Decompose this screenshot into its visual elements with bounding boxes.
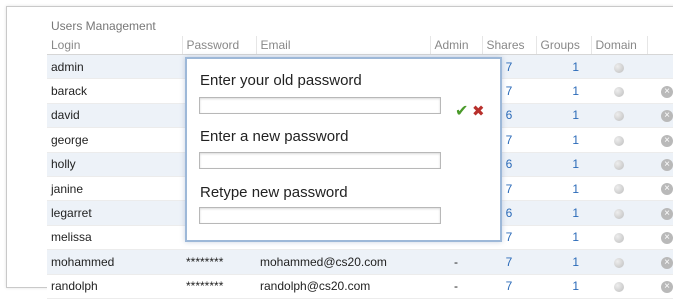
domain-cell — [591, 127, 647, 153]
delete-circle-icon[interactable]: × — [661, 110, 673, 123]
actions-cell: × — [647, 152, 673, 177]
old-password-label: Enter your old password — [200, 72, 362, 89]
delete-circle-icon[interactable]: × — [661, 159, 673, 172]
actions-cell: × — [647, 225, 673, 251]
new-password-label: Enter a new password — [200, 128, 349, 145]
panel-title: Users Management — [51, 19, 156, 33]
actions-cell: × — [647, 274, 673, 299]
domain-cell — [591, 176, 647, 202]
domain-cell — [591, 249, 647, 275]
table-row[interactable]: mohammed ******** mohammed@cs20.com -7 1 × — [47, 249, 673, 275]
actions-cell: × — [647, 78, 673, 104]
domain-cell — [591, 103, 647, 129]
login-cell: george — [47, 127, 182, 153]
email-cell: randolph@cs20.com — [256, 274, 430, 299]
groups-cell: 1 — [536, 103, 591, 129]
domain-cell — [591, 54, 647, 80]
delete-circle-icon[interactable]: × — [661, 232, 673, 245]
groups-cell: 1 — [536, 200, 591, 226]
old-password-field[interactable] — [199, 97, 441, 114]
delete-circle-icon[interactable]: × — [661, 85, 673, 98]
login-cell: admin — [47, 54, 182, 80]
column-header-admin[interactable]: Admin — [430, 36, 483, 55]
delete-circle-icon[interactable]: × — [661, 281, 673, 294]
domain-cell — [591, 225, 647, 251]
column-header-password[interactable]: Password — [182, 36, 257, 55]
login-cell: randolph — [47, 274, 182, 299]
retype-password-field[interactable] — [199, 207, 441, 224]
login-cell: david — [47, 103, 182, 129]
change-password-dialog: Enter your old password ✔ ✖ Enter a new … — [185, 57, 502, 242]
actions-cell — [647, 54, 673, 80]
groups-cell: 1 — [536, 152, 591, 177]
gray-dot-icon — [614, 208, 624, 219]
login-cell: barack — [47, 78, 182, 104]
gray-dot-icon — [614, 62, 624, 73]
gray-dot-icon — [614, 135, 624, 146]
groups-cell: 1 — [536, 249, 591, 275]
gray-dot-icon — [614, 257, 624, 268]
new-password-field[interactable] — [199, 152, 441, 169]
login-cell: janine — [47, 176, 182, 202]
gray-dot-icon — [614, 233, 624, 244]
groups-cell: 1 — [536, 54, 591, 80]
groups-cell: 1 — [536, 78, 591, 104]
actions-cell: × — [647, 103, 673, 129]
login-cell: legarret — [47, 200, 182, 226]
column-header-domain[interactable]: Domain — [591, 36, 648, 55]
login-cell: holly — [47, 152, 182, 177]
login-cell: melissa — [47, 225, 182, 251]
domain-cell — [591, 274, 647, 299]
domain-cell — [591, 78, 647, 104]
gray-dot-icon — [614, 184, 624, 195]
actions-cell: × — [647, 127, 673, 153]
groups-cell: 1 — [536, 225, 591, 251]
cancel-x-icon[interactable]: ✖ — [472, 102, 485, 120]
shares-cell: 7 — [482, 249, 536, 275]
delete-circle-icon[interactable]: × — [661, 134, 673, 147]
column-header-email[interactable]: Email — [256, 36, 431, 55]
groups-cell: 1 — [536, 127, 591, 153]
delete-circle-icon[interactable]: × — [661, 207, 673, 220]
delete-circle-icon[interactable]: × — [661, 183, 673, 196]
column-header-login[interactable]: Login — [47, 36, 183, 55]
retype-password-label: Retype new password — [200, 184, 348, 201]
groups-cell: 1 — [536, 274, 591, 299]
actions-cell: × — [647, 176, 673, 202]
password-cell: ******** — [182, 249, 256, 275]
gray-dot-icon — [614, 282, 624, 293]
domain-cell — [591, 200, 647, 226]
confirm-check-icon[interactable]: ✔ — [455, 101, 468, 121]
shares-cell: 7 — [482, 274, 536, 299]
table-row[interactable]: randolph ******** randolph@cs20.com -7 1 × — [47, 274, 673, 299]
column-header-shares[interactable]: Shares — [482, 36, 537, 55]
email-cell: mohammed@cs20.com — [256, 249, 430, 275]
actions-cell: × — [647, 249, 673, 275]
table-header-row: Login Password Email Admin Shares Groups… — [47, 36, 673, 55]
domain-cell — [591, 152, 647, 177]
gray-dot-icon — [614, 86, 624, 97]
login-cell: mohammed — [47, 249, 182, 275]
actions-cell: × — [647, 200, 673, 226]
admin-cell: - — [430, 274, 482, 299]
gray-dot-icon — [614, 160, 624, 171]
delete-circle-icon[interactable]: × — [661, 256, 673, 269]
column-header-actions — [647, 36, 673, 55]
column-header-groups[interactable]: Groups — [536, 36, 592, 55]
admin-cell: - — [430, 249, 482, 275]
groups-cell: 1 — [536, 176, 591, 202]
password-cell: ******** — [182, 274, 256, 299]
gray-dot-icon — [614, 111, 624, 122]
